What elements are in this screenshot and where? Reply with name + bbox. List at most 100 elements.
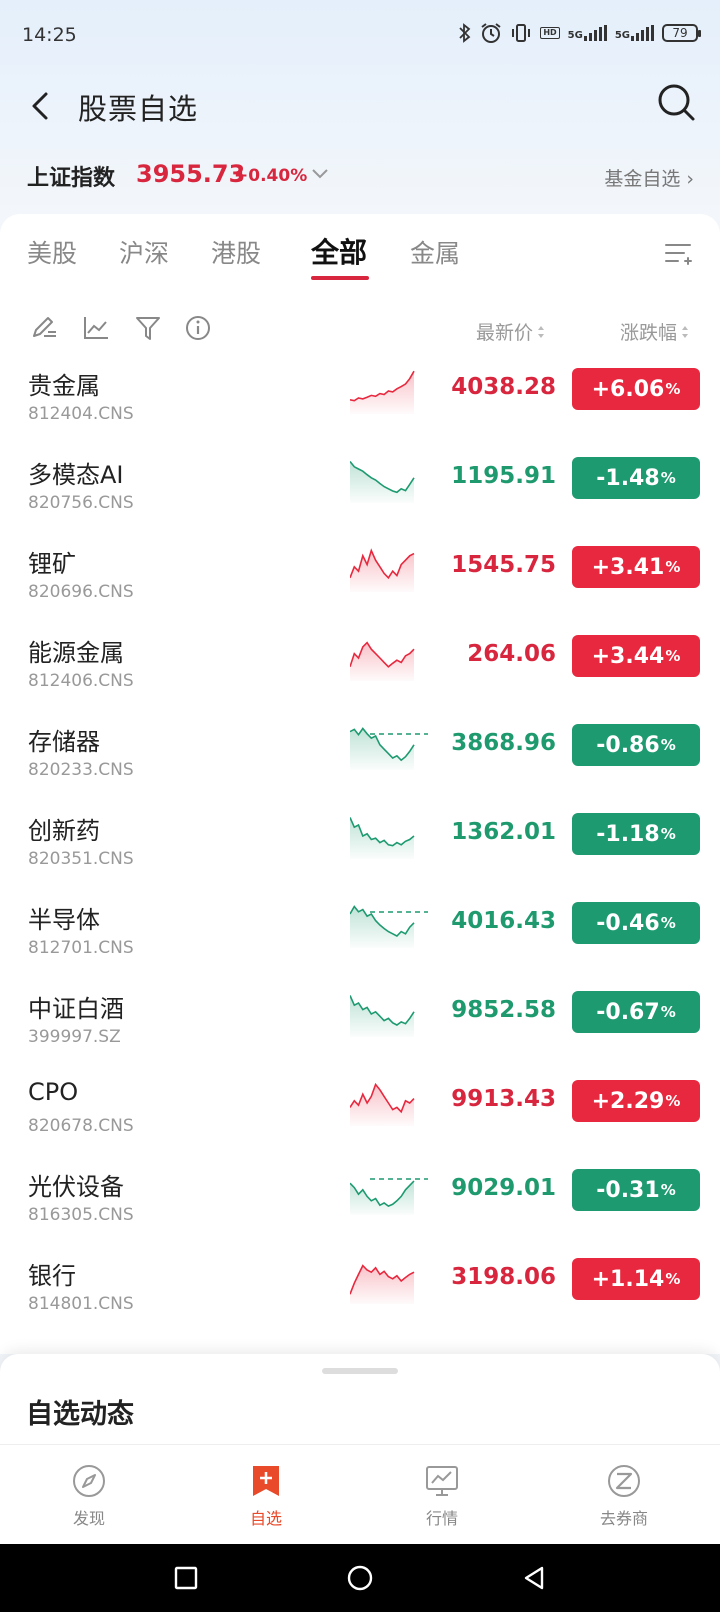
sparkline-chart xyxy=(350,727,428,770)
sparkline-area xyxy=(350,642,414,681)
latest-price: 1362.01 xyxy=(451,819,556,845)
list-settings-icon[interactable] xyxy=(664,242,692,266)
watchlist-row[interactable]: 锂矿 820696.CNS 1545.75 +3.41% xyxy=(0,538,720,627)
monitor-chart-icon xyxy=(426,1466,458,1496)
stock-code: 812406.CNS xyxy=(28,671,134,691)
category-tabs: 美股 沪深 港股 全部 金属 xyxy=(0,214,720,290)
sheet-drag-handle[interactable] xyxy=(322,1368,398,1374)
nav-discover[interactable]: 发现 xyxy=(29,1463,149,1529)
back-arrow-icon[interactable] xyxy=(24,86,60,126)
tab-metals[interactable]: 金属 xyxy=(410,234,460,270)
sparkline-chart xyxy=(350,817,415,859)
percent-sign: % xyxy=(665,1270,681,1288)
change-column-header[interactable]: 涨跌幅 xyxy=(620,318,689,345)
tab-sh-sz[interactable]: 沪深 xyxy=(119,234,169,270)
line-chart-icon[interactable] xyxy=(82,314,110,342)
sparkline-area xyxy=(350,817,414,859)
chevron-down-icon[interactable] xyxy=(310,166,330,182)
change-badge[interactable]: -0.46% xyxy=(572,902,700,944)
latest-price: 9029.01 xyxy=(451,1175,556,1201)
system-nav-bar xyxy=(0,1544,720,1612)
tab-all[interactable]: 全部 xyxy=(311,231,367,271)
signal-1-icon: 5G xyxy=(568,25,607,41)
stock-code: 820233.CNS xyxy=(28,760,134,780)
watchlist-row[interactable]: CPO 820678.CNS 9913.43 +2.29% xyxy=(0,1072,720,1161)
latest-price: 3868.96 xyxy=(451,730,556,756)
change-value: -0.67 xyxy=(596,999,660,1025)
index-change: +0.40% xyxy=(234,166,308,186)
search-icon[interactable] xyxy=(654,80,698,124)
edit-icon[interactable] xyxy=(30,314,58,342)
watchlist-row[interactable]: 中证白酒 399997.SZ 9852.58 -0.67% xyxy=(0,983,720,1072)
nav-broker-label: 去券商 xyxy=(599,1509,648,1528)
sparkline-area xyxy=(350,728,414,770)
index-name: 上证指数 xyxy=(27,166,116,191)
change-badge[interactable]: -0.67% xyxy=(572,991,700,1033)
stock-name: 多模态AI xyxy=(28,461,124,489)
watchlist-row[interactable]: 光伏设备 816305.CNS 9029.01 -0.31% xyxy=(0,1161,720,1250)
fund-watchlist-link[interactable]: 基金自选 › xyxy=(604,164,694,191)
price-column-label: 最新价 xyxy=(476,322,534,344)
sheet-title: 自选动态 xyxy=(26,1399,134,1430)
latest-price: 9852.58 xyxy=(451,997,556,1023)
home-button[interactable] xyxy=(346,1564,374,1592)
sparkline-area xyxy=(350,1181,414,1215)
change-badge[interactable]: -1.48% xyxy=(572,457,700,499)
nav-watchlist-label: 自选 xyxy=(249,1509,282,1528)
signal-2-icon: 5G xyxy=(615,25,654,41)
stock-name: 锂矿 xyxy=(28,550,76,578)
change-column-label: 涨跌幅 xyxy=(620,322,678,344)
watchlist-row[interactable]: 贵金属 812404.CNS 4038.28 +6.06% xyxy=(0,360,720,449)
nav-broker[interactable]: 去券商 xyxy=(564,1463,684,1529)
tab-hk-stocks[interactable]: 港股 xyxy=(211,234,261,270)
sparkline-area xyxy=(350,371,414,414)
percent-sign: % xyxy=(665,380,681,398)
nav-market[interactable]: 行情 xyxy=(382,1463,502,1529)
percent-sign: % xyxy=(665,647,681,665)
tab-us-stocks[interactable]: 美股 xyxy=(27,234,77,270)
latest-price: 264.06 xyxy=(467,641,556,667)
filter-icon[interactable] xyxy=(134,314,162,342)
nav-watchlist[interactable]: 自选 xyxy=(206,1463,326,1529)
change-badge[interactable]: +1.14% xyxy=(572,1258,700,1300)
change-value: +2.29 xyxy=(591,1088,665,1114)
status-bar: 14:25 HD 5G 5G 79 xyxy=(0,0,720,72)
change-badge[interactable]: -0.86% xyxy=(572,724,700,766)
change-value: -0.46 xyxy=(596,910,660,936)
change-value: +6.06 xyxy=(591,376,665,402)
change-value: +3.41 xyxy=(591,554,665,580)
change-badge[interactable]: +2.29% xyxy=(572,1080,700,1122)
status-time: 14:25 xyxy=(22,24,77,46)
change-badge[interactable]: -0.31% xyxy=(572,1169,700,1211)
watchlist-row[interactable]: 银行 814801.CNS 3198.06 +1.14% xyxy=(0,1250,720,1339)
info-icon[interactable] xyxy=(184,314,212,342)
change-value: -1.18 xyxy=(596,821,660,847)
change-badge[interactable]: -1.18% xyxy=(572,813,700,855)
recents-button[interactable] xyxy=(172,1564,200,1592)
change-badge[interactable]: +6.06% xyxy=(572,368,700,410)
index-summary[interactable]: 上证指数 3955.73 +0.40% 基金自选 › xyxy=(0,152,720,208)
change-badge[interactable]: +3.44% xyxy=(572,635,700,677)
watchlist-news-sheet[interactable]: 自选动态 xyxy=(0,1354,720,1444)
latest-price: 1195.91 xyxy=(451,463,556,489)
sparkline-chart xyxy=(350,905,428,948)
stock-code: 816305.CNS xyxy=(28,1205,134,1225)
percent-sign: % xyxy=(660,1003,676,1021)
index-value: 3955.73 xyxy=(136,160,246,188)
bottom-nav: 发现 自选 行情 去券商 xyxy=(0,1444,720,1544)
stock-name: CPO xyxy=(28,1078,79,1106)
stock-code: 399997.SZ xyxy=(28,1027,121,1047)
price-column-header[interactable]: 最新价 xyxy=(476,318,545,345)
watchlist-row[interactable]: 半导体 812701.CNS 4016.43 -0.46% xyxy=(0,894,720,983)
latest-price: 9913.43 xyxy=(451,1086,556,1112)
change-value: -0.31 xyxy=(596,1177,660,1203)
watchlist-row[interactable]: 能源金属 812406.CNS 264.06 +3.44% xyxy=(0,627,720,716)
watchlist-row[interactable]: 多模态AI 820756.CNS 1195.91 -1.48% xyxy=(0,449,720,538)
back-button[interactable] xyxy=(520,1564,548,1592)
header: 股票自选 xyxy=(0,72,720,152)
change-badge[interactable]: +3.41% xyxy=(572,546,700,588)
watchlist-row[interactable]: 创新药 820351.CNS 1362.01 -1.18% xyxy=(0,805,720,894)
percent-sign: % xyxy=(660,825,676,843)
change-value: -1.48 xyxy=(596,465,660,491)
watchlist-row[interactable]: 存储器 820233.CNS 3868.96 -0.86% xyxy=(0,716,720,805)
